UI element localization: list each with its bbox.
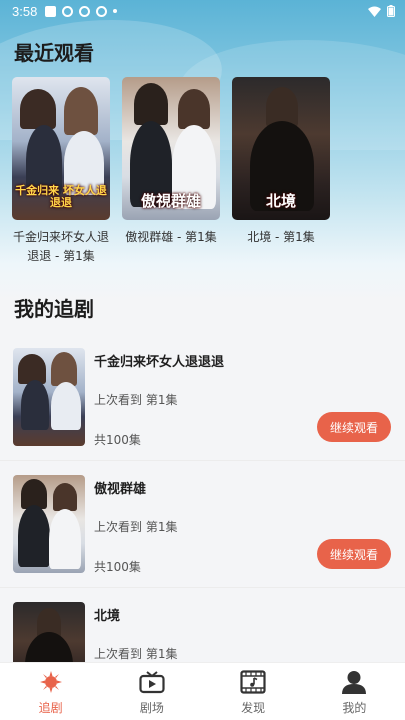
- following-list: 千金归来坏女人退退退 上次看到 第1集 共100集 继续观看 傲视群雄 上次看到…: [0, 334, 405, 715]
- actor-figure: [51, 352, 77, 386]
- user-icon: [341, 669, 367, 695]
- tab-label: 剧场: [139, 701, 164, 715]
- tv-icon: [139, 669, 165, 695]
- following-item-title: 千金归来坏女人退退退: [94, 355, 225, 370]
- notification-icons: [45, 5, 118, 17]
- following-section-title: 我的追剧: [14, 297, 94, 321]
- continue-watching-button[interactable]: 继续观看: [317, 412, 391, 442]
- last-watched: 上次看到 第1集: [94, 393, 178, 407]
- battery-icon: [387, 5, 395, 17]
- app-notification-icon: [79, 5, 91, 17]
- bottom-tab-bar: 追剧 剧场 发现 我的: [0, 662, 405, 720]
- recent-item-label: 北境 - 第1集: [247, 230, 315, 244]
- actor-figure: [18, 505, 50, 567]
- recent-item-label: 傲视群雄 - 第1集: [125, 230, 217, 244]
- episode-count: 共100集: [94, 560, 141, 574]
- recent-item[interactable]: 北境 北境 - 第1集: [232, 77, 330, 265]
- tab-mine[interactable]: 我的: [304, 663, 405, 720]
- poster-title: 傲視群雄: [140, 191, 201, 210]
- actor-figure: [51, 382, 81, 430]
- actor-figure: [64, 87, 98, 135]
- app-notification-icon: [96, 5, 108, 17]
- tab-discover[interactable]: 发现: [203, 663, 304, 720]
- following-item-title: 北境: [94, 609, 121, 624]
- actor-figure: [53, 483, 77, 511]
- app-notification-icon: [45, 5, 57, 17]
- poster-thumbnail: [13, 475, 85, 573]
- tab-label: 发现: [241, 701, 266, 715]
- recent-item[interactable]: 傲視群雄 傲视群雄 - 第1集: [122, 77, 220, 265]
- actor-figure: [134, 83, 168, 125]
- poster-image: 千金归来 坏女人退退退: [12, 77, 110, 220]
- status-time: 3:58: [12, 3, 38, 19]
- app-notification-icon: [62, 5, 74, 17]
- wifi-icon: [368, 6, 381, 17]
- actor-figure: [49, 509, 81, 569]
- continue-watching-button[interactable]: 继续观看: [317, 539, 391, 569]
- poster-thumbnail: [13, 348, 85, 446]
- status-bar: 3:58: [0, 0, 405, 22]
- poster-image: 北境: [232, 77, 330, 220]
- following-item[interactable]: 傲视群雄 上次看到 第1集 共100集 继续观看: [0, 461, 405, 588]
- recent-item-label: 千金归来坏女人退退退 - 第1集: [12, 230, 109, 263]
- poster-title: 北境: [265, 191, 296, 210]
- last-watched: 上次看到 第1集: [94, 647, 178, 661]
- following-item-title: 傲视群雄: [94, 482, 147, 497]
- following-item[interactable]: 千金归来坏女人退退退 上次看到 第1集 共100集 继续观看: [0, 334, 405, 461]
- episode-count: 共100集: [94, 433, 141, 447]
- actor-figure: [20, 89, 56, 129]
- last-watched: 上次看到 第1集: [94, 520, 178, 534]
- recent-list: 千金归来 坏女人退退退 千金归来坏女人退退退 - 第1集 傲視群雄 傲视群雄 -…: [12, 77, 330, 265]
- more-notifications-icon: [113, 9, 118, 13]
- tab-label: 追剧: [38, 701, 63, 715]
- actor-figure: [21, 380, 49, 430]
- poster-image: 傲視群雄: [122, 77, 220, 220]
- drama-follow-icon: [38, 669, 64, 695]
- film-music-icon: [240, 669, 266, 695]
- actor-figure: [178, 89, 210, 129]
- tab-follow[interactable]: 追剧: [0, 663, 101, 720]
- recent-item[interactable]: 千金归来 坏女人退退退 千金归来坏女人退退退 - 第1集: [12, 77, 110, 265]
- tab-label: 我的: [342, 701, 367, 715]
- tab-theater[interactable]: 剧场: [101, 663, 202, 720]
- recent-section-title: 最近观看: [14, 41, 94, 65]
- poster-title: 千金归来 坏女人退退退: [15, 183, 107, 210]
